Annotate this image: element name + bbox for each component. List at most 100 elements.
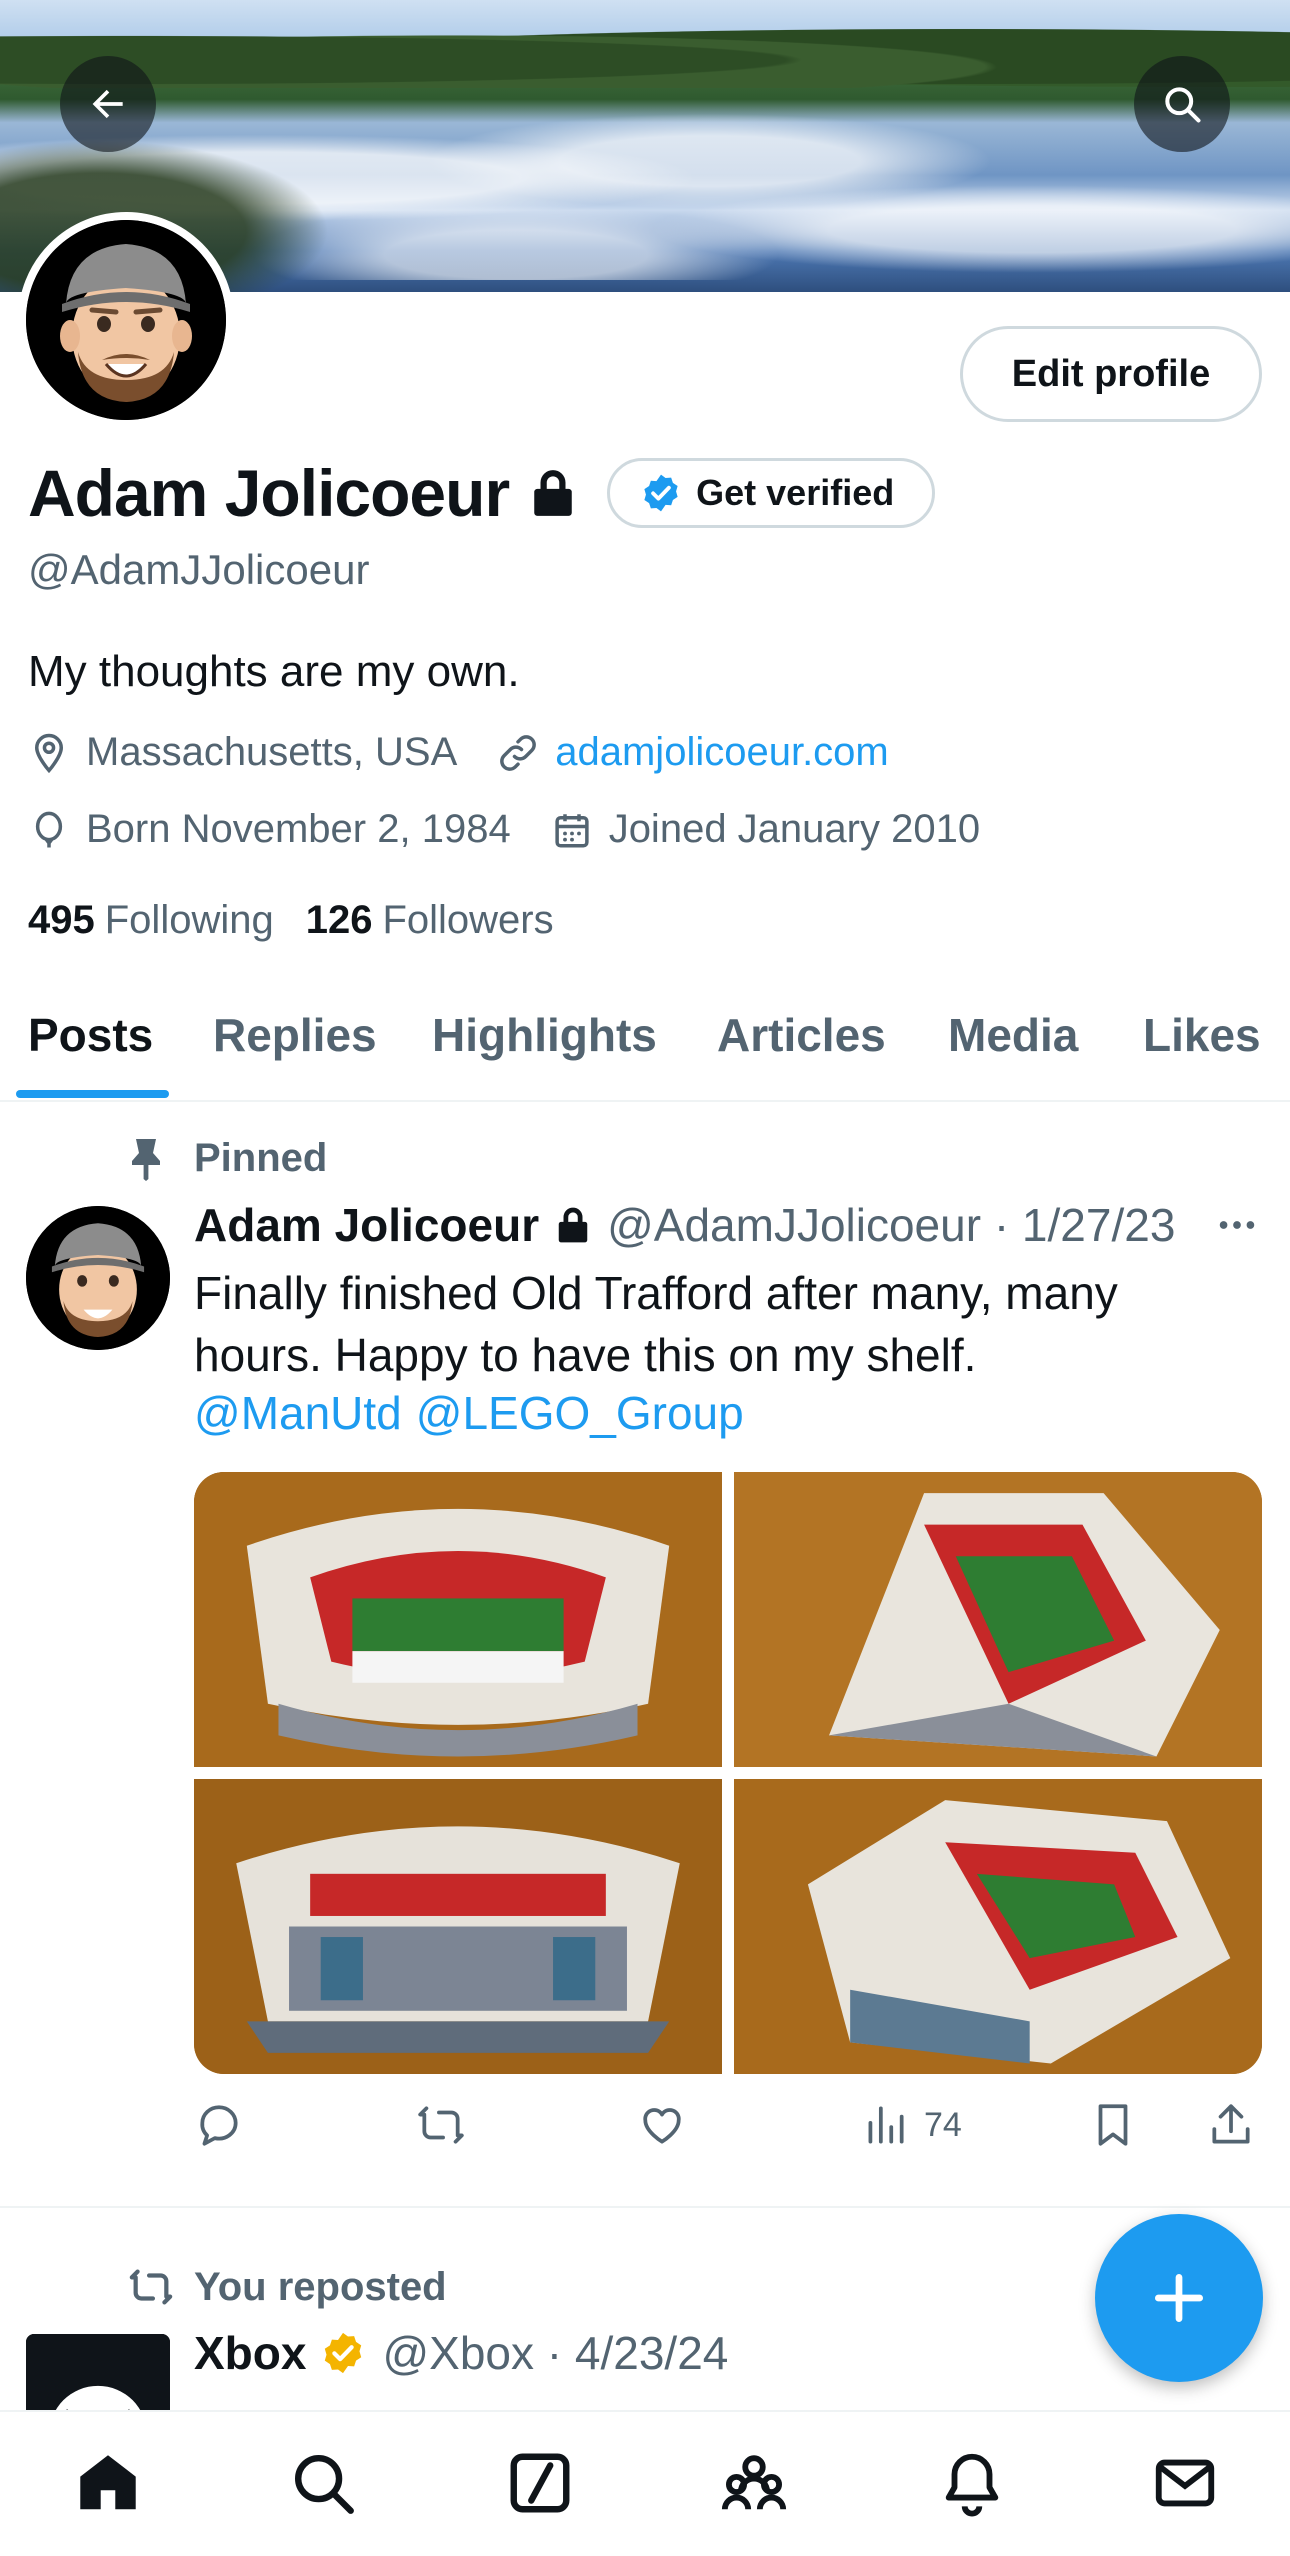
memoji-avatar-icon [26, 220, 226, 420]
profile-meta-row-2: Born November 2, 1984 Joined January 201… [28, 807, 1020, 852]
grok-icon [510, 2453, 570, 2513]
views-count: 74 [924, 2105, 962, 2144]
bottom-nav [0, 2410, 1290, 2556]
profile-bio: My thoughts are my own. [28, 647, 520, 696]
tab-highlights[interactable]: Highlights [432, 1008, 657, 1062]
nav-grok[interactable] [505, 2448, 575, 2518]
verified-badge-icon [644, 474, 678, 512]
profile-avatar[interactable] [18, 212, 234, 428]
post-header: Adam Jolicoeur @AdamJJolicoeur · 1/27/23 [194, 1198, 1175, 1252]
arrow-left-icon [92, 89, 123, 119]
website-item[interactable]: adamjolicoeur.com [497, 730, 889, 775]
calendar-icon [555, 813, 589, 847]
home-icon [80, 2455, 136, 2510]
following-label: Following [104, 898, 274, 942]
edit-profile-button[interactable]: Edit profile [960, 326, 1262, 422]
banner-treeline [0, 18, 1290, 88]
like-button[interactable] [637, 2100, 687, 2150]
nav-notifications[interactable] [937, 2448, 1007, 2518]
post-header: Xbox @Xbox · 4/23/24 [194, 2326, 728, 2380]
post-author-name[interactable]: Xbox [194, 2326, 306, 2380]
notifications-icon [945, 2453, 999, 2517]
more-options-icon[interactable] [1214, 1202, 1260, 1248]
nav-communities[interactable] [719, 2448, 789, 2518]
lock-icon [534, 470, 572, 516]
search-button[interactable] [1134, 56, 1230, 152]
nav-home[interactable] [73, 2448, 143, 2518]
post-author-avatar[interactable] [26, 1206, 170, 1350]
lock-icon [558, 1207, 588, 1243]
tab-articles[interactable]: Articles [717, 1008, 886, 1062]
search-icon [295, 2455, 354, 2514]
mention-link[interactable]: @ManUtd [194, 1387, 402, 1439]
communities-icon [721, 2455, 787, 2510]
followers-link[interactable]: 126 Followers [306, 898, 554, 943]
views-chart-icon [868, 2106, 904, 2144]
joined-text: Joined January 2010 [608, 807, 981, 851]
location-pin-icon [34, 733, 64, 773]
post-photo[interactable] [734, 1472, 1262, 1767]
active-tab-indicator [16, 1090, 169, 1098]
post-text: Finally finished Old Trafford after many… [194, 1267, 1118, 1381]
profile-name-row: Adam Jolicoeur Get verified [28, 455, 936, 531]
share-button[interactable] [1206, 2100, 1256, 2150]
compose-button[interactable] [1095, 2214, 1263, 2382]
repost-indicator: You reposted [128, 2264, 447, 2310]
post-handle-date: @AdamJJolicoeur · 1/27/23 [607, 1199, 1176, 1251]
profile-name: Adam Jolicoeur [28, 456, 510, 530]
profile-meta-row-1: Massachusetts, USA adamjolicoeur.com [28, 730, 929, 775]
messages-icon [1155, 2459, 1215, 2507]
pin-icon [132, 1138, 160, 1181]
followers-count: 126 [305, 898, 373, 942]
nav-messages[interactable] [1150, 2448, 1220, 2518]
get-verified-label: Get verified [696, 472, 895, 513]
nav-search[interactable] [288, 2448, 358, 2518]
balloon-icon [35, 811, 63, 847]
bookmark-button[interactable] [1088, 2100, 1138, 2150]
following-count: 495 [28, 898, 95, 942]
get-verified-button[interactable]: Get verified [607, 458, 936, 528]
joined-item: Joined January 2010 [551, 807, 980, 852]
back-button[interactable] [60, 56, 156, 152]
gold-verified-badge-icon [325, 2332, 362, 2374]
tab-posts[interactable]: Posts [28, 1008, 153, 1062]
stadium-model-image [734, 1472, 1262, 1767]
website-link[interactable]: adamjolicoeur.com [555, 730, 889, 775]
profile-tabs: Posts Replies Highlights Articles Media … [0, 990, 1290, 1102]
repost-button[interactable] [416, 2100, 466, 2150]
search-icon [1165, 87, 1201, 123]
post-author-name[interactable]: Adam Jolicoeur [194, 1198, 539, 1252]
location-item: Massachusetts, USA [28, 730, 457, 775]
repost-label: You reposted [194, 2264, 447, 2309]
post-photo[interactable] [194, 1472, 722, 1767]
location-text: Massachusetts, USA [86, 730, 458, 774]
post-actions: 74 [194, 2090, 1274, 2160]
pinned-indicator: Pinned [128, 1136, 327, 1181]
memoji-avatar-icon [26, 1206, 170, 1350]
stadium-model-image [734, 1779, 1262, 2074]
share-icon [1212, 2104, 1250, 2144]
post-media-grid [194, 1472, 1262, 2074]
stadium-model-image [194, 1779, 722, 2074]
post-handle-date: @Xbox · 4/23/24 [382, 2327, 729, 2379]
plus-icon [1154, 2273, 1204, 2323]
repost-icon [418, 2106, 464, 2144]
mention-link[interactable]: @LEGO_Group [416, 1387, 744, 1439]
profile-handle: @AdamJJolicoeur [28, 546, 370, 593]
tab-replies[interactable]: Replies [213, 1008, 377, 1062]
bookmark-icon [1098, 2104, 1128, 2146]
tab-media[interactable]: Media [948, 1008, 1078, 1062]
follow-stats: 495 Following 126 Followers [28, 898, 586, 943]
birthday-text: Born November 2, 1984 [86, 807, 511, 851]
reply-button[interactable] [194, 2100, 244, 2150]
post-divider [0, 2206, 1290, 2208]
tab-likes[interactable]: Likes [1143, 1008, 1261, 1062]
stadium-model-image [194, 1472, 722, 1767]
pinned-label: Pinned [194, 1136, 328, 1180]
following-link[interactable]: 495 Following [28, 898, 274, 943]
link-icon [500, 734, 537, 771]
views-button[interactable]: 74 [860, 2100, 962, 2150]
post-photo[interactable] [734, 1779, 1262, 2074]
reply-icon [200, 2105, 238, 2146]
post-photo[interactable] [194, 1779, 722, 2074]
